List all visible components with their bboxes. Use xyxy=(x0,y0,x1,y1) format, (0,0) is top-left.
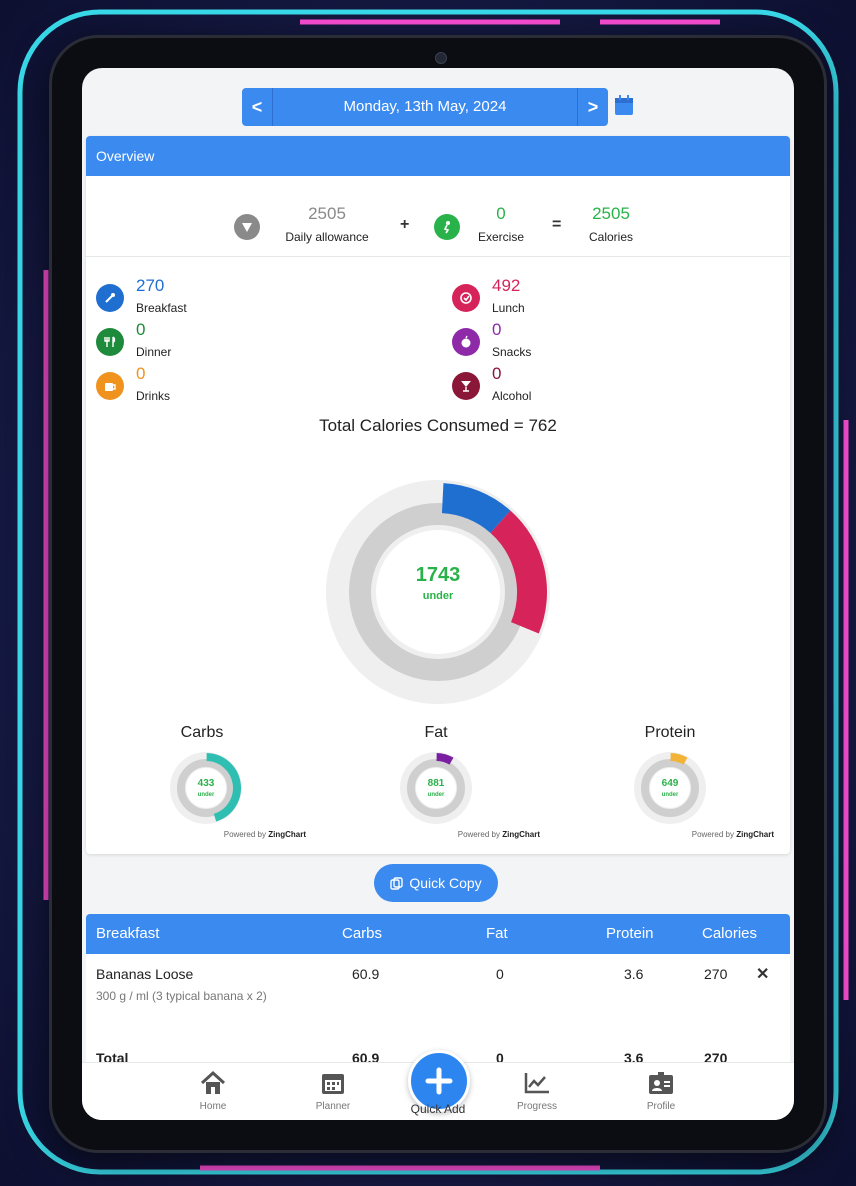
snacks-label: Snacks xyxy=(492,345,532,359)
lunch-icon xyxy=(452,284,480,312)
allowance-icon xyxy=(234,214,260,240)
zingchart-credit[interactable]: Powered by ZingChart xyxy=(420,830,540,839)
lunch-label: Lunch xyxy=(492,301,525,315)
previous-day-button[interactable]: < xyxy=(242,88,273,126)
net-calories-value: 2505 xyxy=(592,204,630,223)
breakfast-label: Breakfast xyxy=(136,301,187,315)
protein-sub: under xyxy=(661,792,679,798)
quick-copy-button[interactable]: Quick Copy xyxy=(374,864,498,902)
macro-consumed-arc xyxy=(436,753,454,765)
breakfast-icon xyxy=(96,284,124,312)
next-day-button[interactable]: > xyxy=(577,88,608,126)
alcohol-label: Alcohol xyxy=(492,389,532,403)
app-screen: < Monday, 13th May, 2024 > Overview 2505… xyxy=(82,68,794,1120)
header-fat: Fat xyxy=(486,925,508,942)
overview-header: Overview xyxy=(86,136,790,176)
nav-home-label: Home xyxy=(199,1101,227,1112)
fat-value: 881 xyxy=(427,778,445,789)
nav-planner-label: Planner xyxy=(315,1101,351,1112)
food-detail: 300 g / ml (3 typical banana x 2) xyxy=(96,989,267,1003)
planner-icon xyxy=(322,1074,344,1094)
breakfast-table-header: Breakfast Carbs Fat Protein Calories xyxy=(86,914,790,954)
breakfast-value: 270 xyxy=(136,276,165,295)
nav-profile-label: Profile xyxy=(646,1101,676,1112)
quick-add-label: Quick Add xyxy=(410,1102,466,1116)
profile-badge-icon xyxy=(649,1072,673,1094)
macro-consumed-arc xyxy=(670,753,688,765)
front-camera xyxy=(435,52,447,64)
home-icon xyxy=(200,1070,226,1094)
drinks-label: Drinks xyxy=(136,389,171,403)
zingchart-credit[interactable]: Powered by ZingChart xyxy=(654,830,774,839)
food-calories: 270 xyxy=(704,966,728,982)
alcohol-value: 0 xyxy=(492,364,502,383)
nav-profile[interactable]: Profile xyxy=(616,1069,706,1112)
donut-center-value: 1743 xyxy=(415,564,461,586)
protein-title: Protein xyxy=(644,724,696,741)
snacks-value: 0 xyxy=(492,320,502,339)
carbs-sub: under xyxy=(197,792,215,798)
drinks-value: 0 xyxy=(136,364,146,383)
header-carbs: Carbs xyxy=(342,925,383,942)
nav-home[interactable]: Home xyxy=(168,1069,258,1112)
donut-center-label: under xyxy=(422,590,454,602)
nav-planner[interactable]: Planner xyxy=(288,1069,378,1112)
quick-copy-label: Quick Copy xyxy=(409,875,482,891)
exercise-value: 0 xyxy=(496,204,506,223)
progress-chart-icon xyxy=(524,1073,549,1094)
overview-divider xyxy=(86,256,790,257)
allowance-value: 2505 xyxy=(308,204,346,223)
header-protein: Protein xyxy=(606,925,654,942)
header-calories: Calories xyxy=(702,925,758,942)
total-calories-consumed: Total Calories Consumed = 762 xyxy=(82,416,794,436)
fat-title: Fat xyxy=(424,724,448,741)
remove-food-icon[interactable]: ✕ xyxy=(756,964,769,984)
header-meal: Breakfast xyxy=(96,925,160,942)
dinner-value: 0 xyxy=(136,320,146,339)
copy-icon xyxy=(390,876,404,890)
carbs-value: 433 xyxy=(197,778,215,789)
date-navigator: < Monday, 13th May, 2024 > xyxy=(242,88,608,126)
dinner-label: Dinner xyxy=(136,345,172,359)
lunch-value: 492 xyxy=(492,276,521,295)
total-calories-label: Total Calories Consumed = xyxy=(319,416,524,435)
exercise-label: Exercise xyxy=(477,230,524,244)
fat-sub: under xyxy=(427,792,445,798)
food-fat: 0 xyxy=(496,966,504,982)
allowance-label: Daily allowance xyxy=(285,230,369,244)
dinner-icon xyxy=(96,328,124,356)
zingchart-credit[interactable]: Powered by ZingChart xyxy=(186,830,306,839)
calendar-icon[interactable] xyxy=(614,94,634,116)
current-date: Monday, 13th May, 2024 xyxy=(343,98,507,115)
food-carbs: 60.9 xyxy=(352,966,380,982)
plus-sign: + xyxy=(400,216,410,233)
food-name[interactable]: Bananas Loose xyxy=(96,966,193,982)
protein-value: 649 xyxy=(661,778,679,789)
carbs-title: Carbs xyxy=(180,724,224,741)
nav-progress-label: Progress xyxy=(516,1101,557,1112)
total-calories-value: 762 xyxy=(528,416,557,435)
drinks-icon xyxy=(96,372,124,400)
food-protein: 3.6 xyxy=(624,966,644,982)
net-calories-label: Calories xyxy=(588,230,633,244)
nav-progress[interactable]: Progress xyxy=(492,1069,582,1112)
snacks-icon xyxy=(452,328,480,356)
plus-icon xyxy=(425,1067,453,1095)
alcohol-icon xyxy=(452,372,480,400)
